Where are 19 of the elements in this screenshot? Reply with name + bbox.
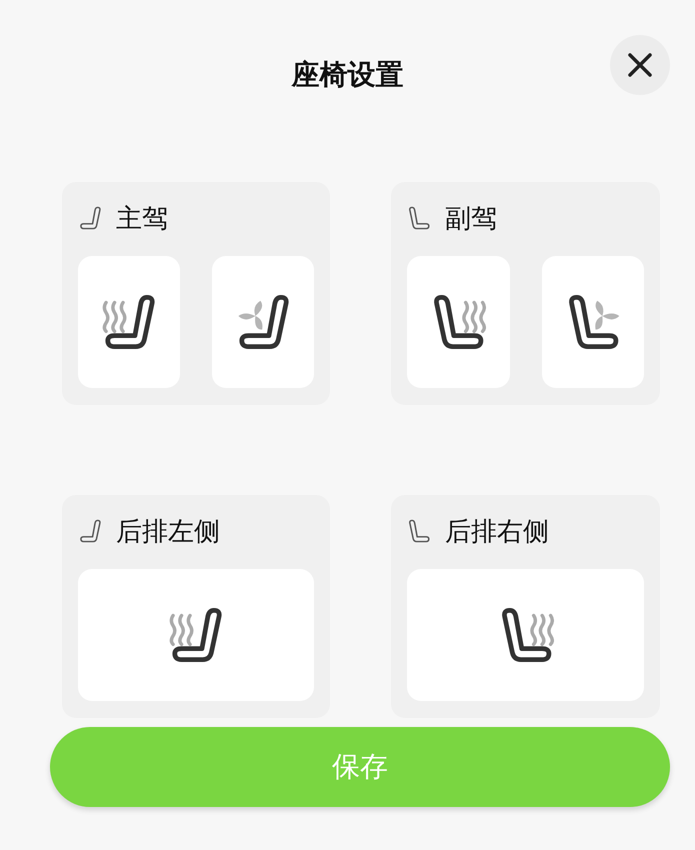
save-button[interactable]: 保存 xyxy=(50,727,670,807)
seat-name: 副驾 xyxy=(445,202,497,236)
seat-heat-icon xyxy=(101,294,157,350)
dialog-title: 座椅设置 xyxy=(292,57,404,93)
seat-icon xyxy=(407,519,431,543)
seat-icon xyxy=(78,206,102,230)
seat-name: 主驾 xyxy=(116,202,168,236)
seat-name: 后排右侧 xyxy=(445,516,549,548)
seat-heat-icon xyxy=(168,607,224,663)
seat-name: 后排左侧 xyxy=(116,516,220,548)
seat-heat-button[interactable] xyxy=(78,569,314,701)
seat-icon xyxy=(407,206,431,230)
seat-heat-button[interactable] xyxy=(78,256,180,388)
seat-vent-button[interactable] xyxy=(542,256,644,388)
seat-heat-button[interactable] xyxy=(407,569,644,701)
seat-icon xyxy=(78,519,102,543)
seat-vent-button[interactable] xyxy=(212,256,314,388)
close-icon xyxy=(627,52,653,78)
seat-heat-button[interactable] xyxy=(407,256,510,388)
